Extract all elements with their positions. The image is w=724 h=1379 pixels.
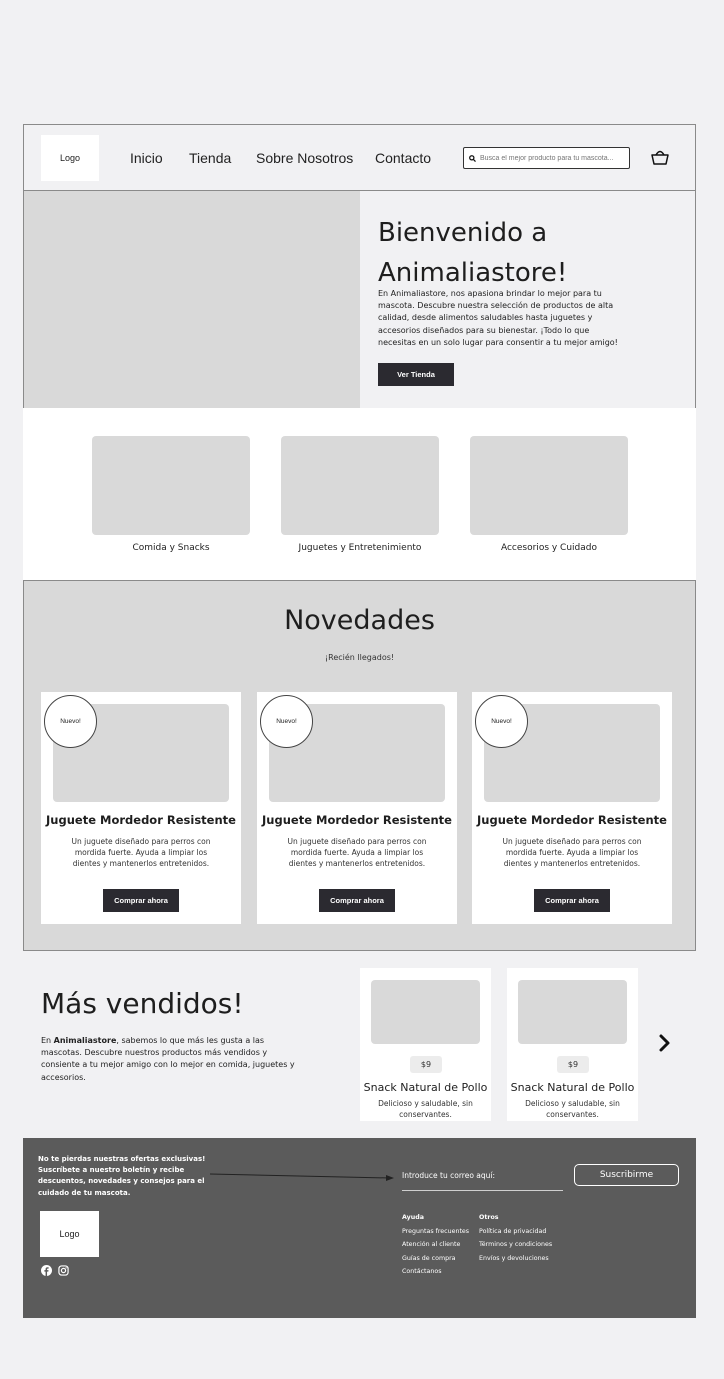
hero-description: En Animaliastore, nos apasiona brindar l… [378, 289, 618, 347]
categories-section: Comida y Snacks Juguetes y Entretenimien… [23, 408, 696, 580]
footer-logo[interactable]: Logo [40, 1211, 99, 1257]
product-title: Juguete Mordedor Resistente [46, 813, 236, 827]
site-footer: No te pierdas nuestras ofertas exclusiva… [23, 1138, 696, 1318]
best-seller-card[interactable]: $9 Snack Natural de Pollo Delicioso y sa… [507, 968, 638, 1121]
footer-help-column: Ayuda Preguntas frecuentes Atención al c… [402, 1211, 469, 1279]
ver-tienda-button[interactable]: Ver Tienda [378, 363, 454, 386]
category-card[interactable]: Juguetes y Entretenimiento [281, 436, 439, 553]
product-card: Nuevo! Juguete Mordedor Resistente Un ju… [41, 692, 241, 924]
buy-now-button[interactable]: Comprar ahora [319, 889, 395, 912]
novedades-section: Novedades ¡Recién llegados! Nuevo! Jugue… [23, 580, 696, 951]
subscribe-button[interactable]: Suscribirme [574, 1164, 679, 1186]
best-sellers-description: En Animaliastore, sabemos lo que más les… [41, 1036, 295, 1082]
footer-link-guides[interactable]: Guías de compra [402, 1252, 469, 1266]
category-image-placeholder [470, 436, 628, 535]
footer-link-support[interactable]: Atención al cliente [402, 1238, 469, 1252]
best-seller-card[interactable]: $9 Snack Natural de Pollo Delicioso y sa… [360, 968, 491, 1121]
category-label: Juguetes y Entretenimiento [298, 543, 422, 553]
instagram-icon[interactable] [58, 1265, 69, 1276]
best-sellers-section: Más vendidos! En Animaliastore, sabemos … [23, 951, 696, 1138]
search-input[interactable] [480, 154, 625, 162]
nav-inicio[interactable]: Inicio [130, 150, 163, 166]
hero-section: Bienvenido a Animaliastore! En Animaliast… [23, 191, 696, 408]
product-image-placeholder [371, 980, 480, 1044]
product-card: Nuevo! Juguete Mordedor Resistente Un ju… [257, 692, 457, 924]
chevron-right-icon[interactable] [657, 1033, 673, 1053]
new-badge: Nuevo! [475, 695, 528, 748]
search-icon [469, 154, 476, 162]
novedades-subtitle: ¡Recién llegados! [324, 653, 395, 662]
newsletter-promo-text: No te pierdas nuestras ofertas exclusiva… [38, 1155, 206, 1197]
product-title: Snack Natural de Pollo [510, 1081, 635, 1094]
footer-other-title: Otros [479, 1214, 499, 1221]
arrow-right-icon [210, 1173, 394, 1181]
category-image-placeholder [281, 436, 439, 535]
footer-link-faq[interactable]: Preguntas frecuentes [402, 1225, 469, 1239]
footer-link-terms[interactable]: Términos y condiciones [479, 1238, 552, 1252]
product-title: Juguete Mordedor Resistente [477, 813, 667, 827]
price-tag: $9 [410, 1056, 442, 1073]
category-card[interactable]: Comida y Snacks [92, 436, 250, 553]
buy-now-button[interactable]: Comprar ahora [534, 889, 610, 912]
footer-link-shipping[interactable]: Envíos y devoluciones [479, 1252, 552, 1266]
product-description: Un juguete diseñado para perros con mord… [287, 837, 427, 868]
category-label: Accesorios y Cuidado [500, 543, 597, 553]
category-image-placeholder [92, 436, 250, 535]
site-header: Logo Inicio Tienda Sobre Nosotros Contac… [23, 124, 696, 191]
product-image-placeholder [518, 980, 627, 1044]
facebook-icon[interactable] [41, 1265, 52, 1276]
hero-image-placeholder [24, 191, 360, 408]
footer-other-column: Otros Política de privacidad Términos y … [479, 1211, 552, 1265]
product-title: Juguete Mordedor Resistente [262, 813, 452, 827]
nav-tienda[interactable]: Tienda [189, 150, 231, 166]
product-description: Delicioso y saludable, sin conservantes. [525, 1099, 620, 1119]
header-logo[interactable]: Logo [41, 135, 99, 181]
category-card[interactable]: Accesorios y Cuidado [470, 436, 628, 553]
footer-link-privacy[interactable]: Política de privacidad [479, 1225, 552, 1239]
shopping-basket-icon[interactable] [650, 147, 670, 167]
hero-title: Bienvenido a Animaliastore! [378, 218, 568, 288]
nav-contacto[interactable]: Contacto [375, 150, 431, 166]
category-label: Comida y Snacks [132, 543, 210, 553]
footer-help-title: Ayuda [402, 1214, 424, 1221]
product-description: Un juguete diseñado para perros con mord… [502, 837, 642, 868]
buy-now-button[interactable]: Comprar ahora [103, 889, 179, 912]
email-field-underline [402, 1190, 563, 1191]
new-badge: Nuevo! [260, 695, 313, 748]
best-sellers-title: Más vendidos! [41, 987, 244, 1020]
footer-link-contact[interactable]: Contáctanos [402, 1265, 469, 1279]
novedades-title: Novedades [284, 605, 435, 636]
product-description: Un juguete diseñado para perros con mord… [71, 837, 211, 868]
new-badge: Nuevo! [44, 695, 97, 748]
product-title: Snack Natural de Pollo [363, 1081, 488, 1094]
product-card: Nuevo! Juguete Mordedor Resistente Un ju… [472, 692, 672, 924]
email-field[interactable]: Introduce tu correo aquí: [402, 1171, 495, 1180]
price-tag: $9 [557, 1056, 589, 1073]
search-box[interactable] [463, 147, 630, 169]
nav-sobre-nosotros[interactable]: Sobre Nosotros [256, 150, 353, 166]
product-description: Delicioso y saludable, sin conservantes. [378, 1099, 473, 1119]
